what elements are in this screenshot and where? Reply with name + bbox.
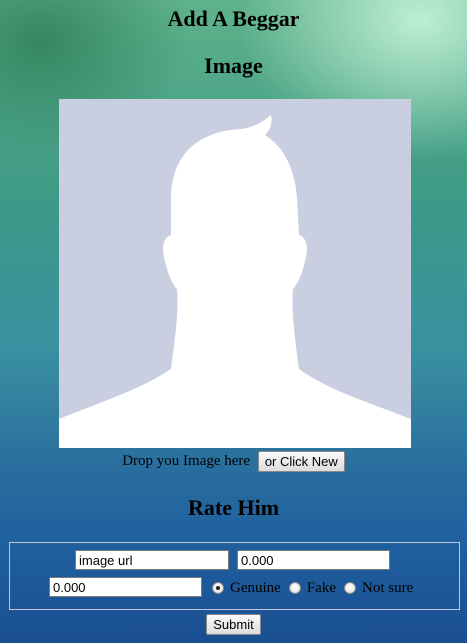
beggar-image-dropzone[interactable] (59, 99, 411, 448)
fake-radio-label: Fake (306, 579, 336, 596)
submit-row: Submit (0, 614, 467, 635)
default-avatar-silhouette-icon (59, 115, 411, 448)
rating-input-1[interactable] (237, 550, 390, 570)
rating-input-2[interactable] (49, 577, 202, 597)
genuine-radio-label: Genuine (230, 579, 281, 596)
drop-image-text: Drop you Image here (122, 453, 251, 469)
page-title: Add A Beggar (167, 6, 300, 31)
submit-button[interactable]: Submit (206, 614, 261, 635)
verdict-radio-group: Genuine Fake Not sure (212, 577, 421, 599)
click-new-button[interactable]: or Click New (257, 451, 345, 472)
fake-radio[interactable] (288, 582, 301, 594)
image-url-input[interactable] (75, 550, 229, 570)
image-section-title: Image (204, 53, 263, 78)
genuine-radio[interactable] (212, 582, 224, 594)
image-drop-row: Drop you Image here or Click New (0, 451, 467, 472)
rate-section-title: Rate Him (187, 495, 280, 520)
not-sure-radio[interactable] (344, 582, 356, 594)
not-sure-radio-label: Not sure (362, 579, 414, 596)
radio-selected-dot (216, 586, 220, 590)
